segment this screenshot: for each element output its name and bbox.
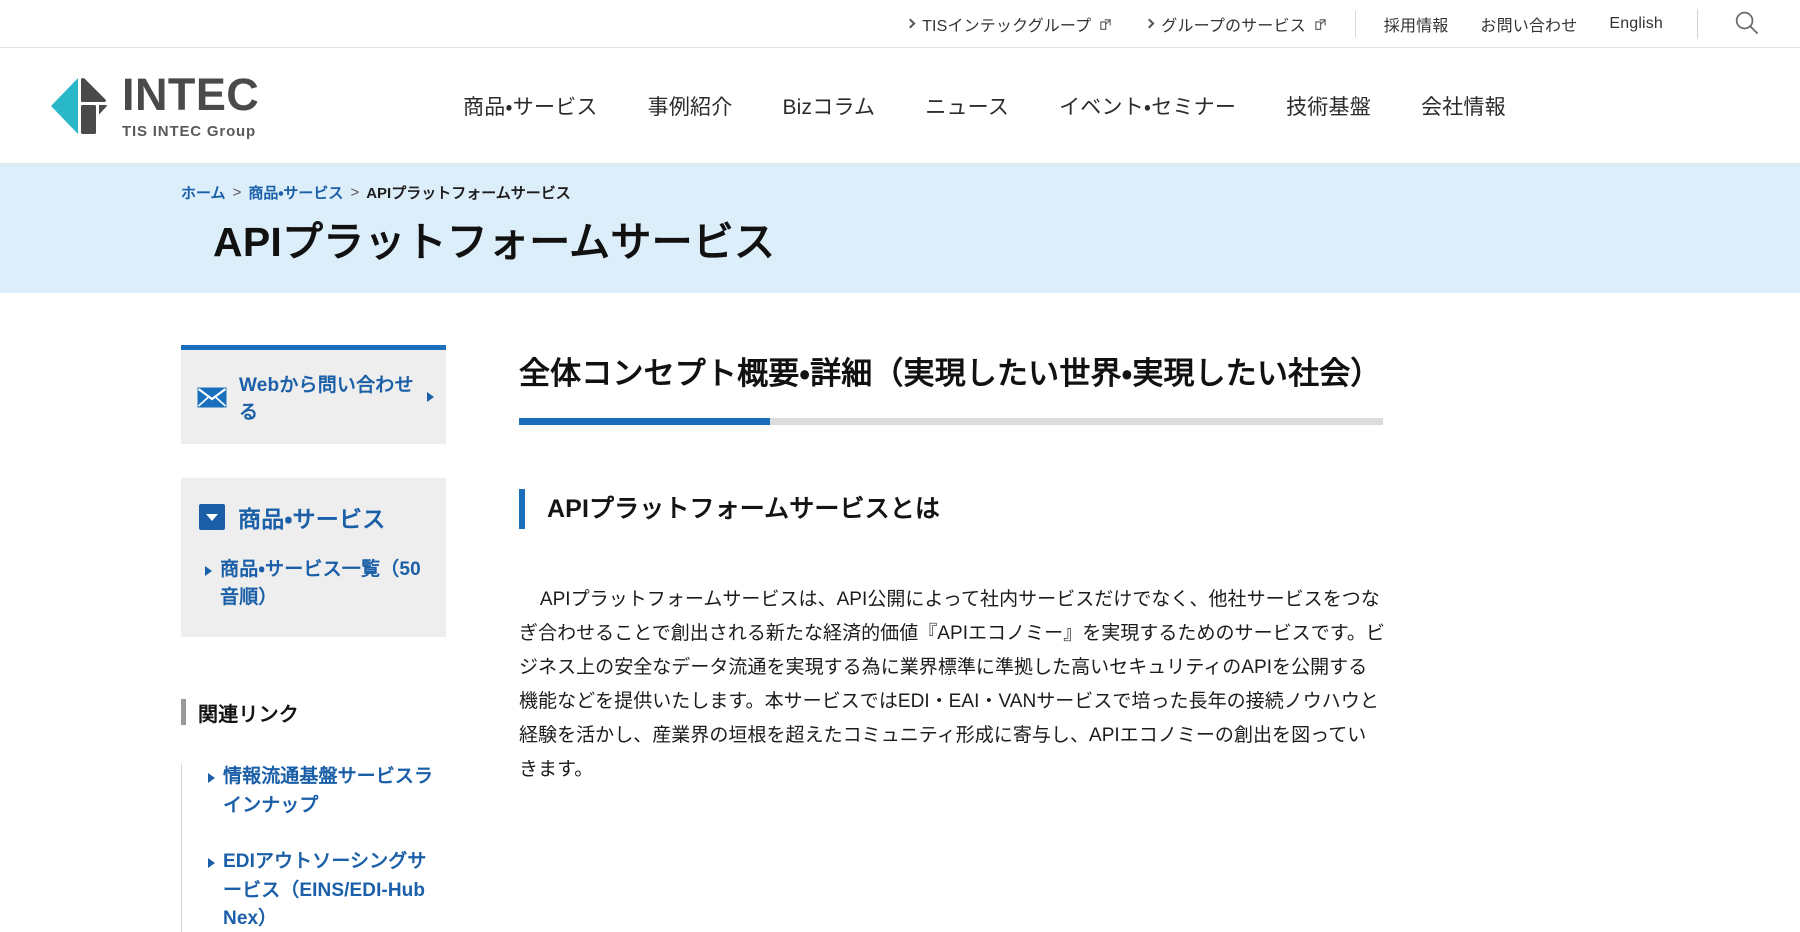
sidebar-contact-label: Webから問い合わせる [239,375,414,423]
content-subheading-what-is: APIプラットフォームサービスとは [547,495,941,524]
utility-link-recruit[interactable]: 採用情報 [1384,12,1449,36]
utility-bar: TISインテックグループ グループのサービス 採用情報 お問い合わせ Engli… [0,0,1800,48]
nav-item-technology[interactable]: 技術基盤 [1261,91,1396,121]
search-divider [1697,8,1698,39]
subheading-accent-bar [519,489,525,530]
site-header: INTEC TIS INTEC Group 商品・サービス 事例紹介 Bizコラ… [0,48,1800,164]
intec-diamond-logo-icon [48,75,110,137]
content-paragraph-overview: APIプラットフォームサービスは、API公開によって社内サービスだけでなく、他社… [519,589,1385,780]
sidebar-contact-box: Webから問い合わせる [181,345,446,444]
utility-link-label: グループのサービス [1161,17,1306,35]
sidebar-nav-card-header[interactable]: 商品・サービス [181,500,446,534]
sidebar-nav-card: 商品・サービス 商品・サービス一覧（50音順） [181,478,446,638]
utility-link-contact[interactable]: お問い合わせ [1480,12,1577,36]
utility-links: TISインテックグループ グループのサービス 採用情報 お問い合わせ Engli… [873,0,1800,48]
utility-link-tis-intec-group[interactable]: TISインテックグループ [905,12,1112,36]
chevron-right-icon [427,392,434,402]
breadcrumb-separator: > [350,184,360,201]
heading-accent-bar [181,699,186,726]
search-icon [1733,9,1760,39]
main-navigation: 商品・サービス 事例紹介 Bizコラム ニュース イベント・セミナー 技術基盤 … [438,91,1531,121]
related-link-label: 情報流通基盤サービスラインナップ [223,766,434,816]
related-links-list-wrap: 情報流通基盤サービスラインナップ EDIアウトソーシングサービス（EINS/ED… [181,763,446,932]
breadcrumb-item-home[interactable]: ホーム [181,182,226,203]
nav-item-products-services[interactable]: 商品・サービス [438,91,623,121]
chevron-right-icon [1144,18,1155,29]
related-links-list: 情報流通基盤サービスラインナップ EDIアウトソーシングサービス（EINS/ED… [182,763,446,932]
nav-item-biz-column[interactable]: Bizコラム [757,91,900,121]
external-link-icon [1314,18,1327,31]
related-links-heading-wrap: 関連リンク [181,681,447,743]
chevron-right-icon [905,18,916,29]
breadcrumb-separator: > [232,184,242,201]
related-link-info-distribution-lineup[interactable]: 情報流通基盤サービスラインナップ [208,763,436,820]
external-link-icon [1099,18,1112,31]
sidebar-nav-card-title: 商品・サービス [238,506,386,532]
related-link-label: EDIアウトソーシングサービス（EINS/EDI-Hub Nex） [223,851,427,930]
caret-right-icon [205,566,212,576]
page-title-band: ホーム > 商品・サービス > APIプラットフォームサービス APIプラットフ… [0,164,1800,293]
heading-underline-fill [519,418,770,426]
nav-item-news[interactable]: ニュース [900,91,1034,121]
caret-right-icon [208,773,215,784]
utility-link-group-services[interactable]: グループのサービス [1144,12,1327,36]
sidebar-contact-link[interactable]: Webから問い合わせる [181,364,446,430]
utility-divider [1354,10,1356,37]
sidebar-sub-link-product-list[interactable]: 商品・サービス一覧（50音順） [205,556,432,611]
breadcrumb-item-current: APIプラットフォームサービス [366,185,571,202]
caret-down-icon [199,504,225,530]
heading-underline-rule [519,418,1383,426]
breadcrumb: ホーム > 商品・サービス > APIプラットフォームサービス [181,182,1800,203]
nav-item-company-info[interactable]: 会社情報 [1396,91,1531,121]
list-item: 情報流通基盤サービスラインナップ [182,763,446,848]
utility-link-english[interactable]: English [1609,15,1663,33]
breadcrumb-item-products-services[interactable]: 商品・サービス [248,182,343,203]
mail-icon [197,387,227,408]
related-link-edi-outsourcing[interactable]: EDIアウトソーシングサービス（EINS/EDI-Hub Nex） [208,848,436,932]
nav-item-events-seminars[interactable]: イベント・セミナー [1034,91,1261,121]
sidebar-sub-list: 商品・サービス一覧（50音順） [181,556,446,611]
caret-right-icon [208,858,215,869]
utility-link-label: TISインテックグループ [922,17,1092,35]
content-heading-concept: 全体コンセプト概要・詳細（実現したい世界・実現したい社会） [519,356,1382,391]
search-button[interactable] [1720,0,1772,48]
main-content: 全体コンセプト概要・詳細（実現したい世界・実現したい社会） APIプラットフォー… [447,293,1800,932]
content-subheading-wrap: APIプラットフォームサービスとは [519,489,1800,530]
logo-wordmark: INTEC [122,69,260,120]
related-links-heading: 関連リンク [198,703,299,726]
logo-subtitle: TIS INTEC Group [122,123,257,140]
logo-text: INTEC TIS INTEC Group [122,72,259,139]
list-item: 商品・サービス一覧（50音順） [181,556,446,611]
list-item: EDIアウトソーシングサービス（EINS/EDI-Hub Nex） [182,848,446,932]
sidebar-sub-link-label: 商品・サービス一覧（50音順） [220,559,421,608]
sidebar: Webから問い合わせる 商品・サービス 商品・サービス一覧（50音順） 関連リン… [181,293,447,932]
nav-item-case-studies[interactable]: 事例紹介 [623,91,758,121]
page-title: APIプラットフォームサービス [213,219,776,265]
site-logo[interactable]: INTEC TIS INTEC Group [48,72,318,139]
page-body: Webから問い合わせる 商品・サービス 商品・サービス一覧（50音順） 関連リン… [0,293,1800,932]
